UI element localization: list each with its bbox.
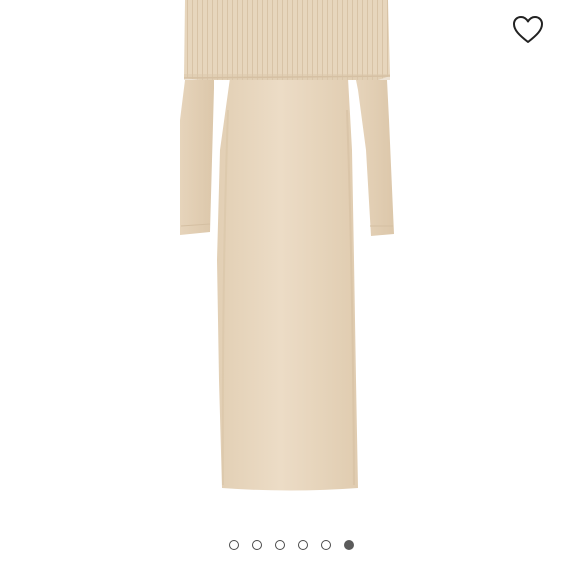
carousel-dot-2[interactable] — [252, 540, 262, 550]
right-sleeve — [356, 80, 394, 236]
heart-icon — [513, 15, 543, 43]
ribbed-neckline-fold — [184, 0, 390, 80]
product-image-viewer — [0, 0, 580, 580]
carousel-dot-5[interactable] — [321, 540, 331, 550]
carousel-dot-3[interactable] — [275, 540, 285, 550]
carousel-pagination — [0, 537, 580, 553]
dress-body — [217, 78, 358, 491]
carousel-dot-4[interactable] — [298, 540, 308, 550]
carousel-dot-1[interactable] — [229, 540, 239, 550]
left-sleeve — [180, 80, 214, 235]
carousel-dot-6[interactable] — [344, 540, 354, 550]
favorite-button[interactable] — [508, 10, 548, 48]
product-image[interactable] — [0, 0, 580, 520]
